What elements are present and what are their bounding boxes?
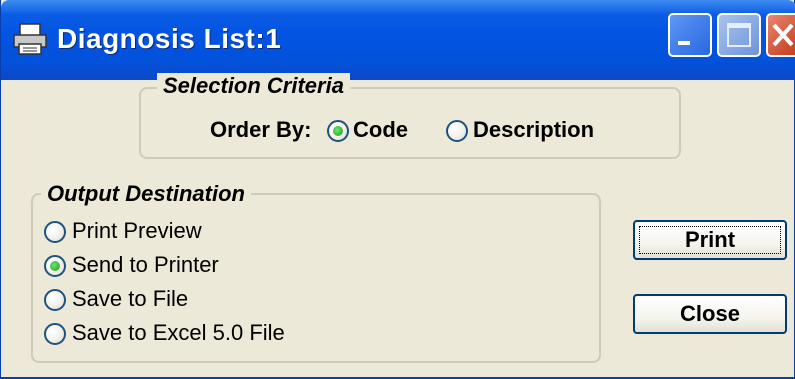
maximize-icon (727, 23, 751, 47)
order-description-radio[interactable] (446, 120, 468, 142)
close-window-button[interactable] (766, 13, 795, 57)
save-to-excel-radio[interactable] (44, 323, 66, 345)
dialog-window: Diagnosis List:1 Selection Criteria Orde… (0, 0, 795, 379)
save-to-file-label[interactable]: Save to File (72, 286, 188, 312)
order-by-label: Order By: (210, 117, 312, 142)
minimize-button[interactable] (668, 13, 712, 57)
maximize-button[interactable] (717, 13, 761, 57)
close-button[interactable]: Close (633, 294, 787, 334)
title-bar[interactable]: Diagnosis List:1 (1, 0, 795, 80)
order-description-label[interactable]: Description (473, 117, 594, 143)
save-to-file-radio[interactable] (44, 289, 66, 311)
window-title: Diagnosis List:1 (57, 23, 282, 54)
printer-icon (13, 23, 47, 55)
send-to-printer-radio[interactable] (44, 255, 66, 277)
close-button-label: Close (680, 301, 740, 326)
order-code-label[interactable]: Code (353, 117, 408, 143)
order-code-radio[interactable] (327, 120, 349, 142)
print-button[interactable]: Print (633, 220, 787, 260)
output-destination-legend: Output Destination (41, 181, 251, 207)
send-to-printer-label[interactable]: Send to Printer (72, 252, 219, 278)
selection-criteria-legend: Selection Criteria (157, 73, 350, 99)
focus-rectangle (639, 226, 781, 254)
minimize-icon (678, 41, 690, 45)
print-preview-radio[interactable] (44, 221, 66, 243)
print-preview-label[interactable]: Print Preview (72, 218, 202, 244)
close-icon (772, 23, 794, 47)
radio-selected-dot (50, 261, 60, 271)
save-to-excel-label[interactable]: Save to Excel 5.0 File (72, 320, 285, 346)
radio-selected-dot (333, 126, 343, 136)
